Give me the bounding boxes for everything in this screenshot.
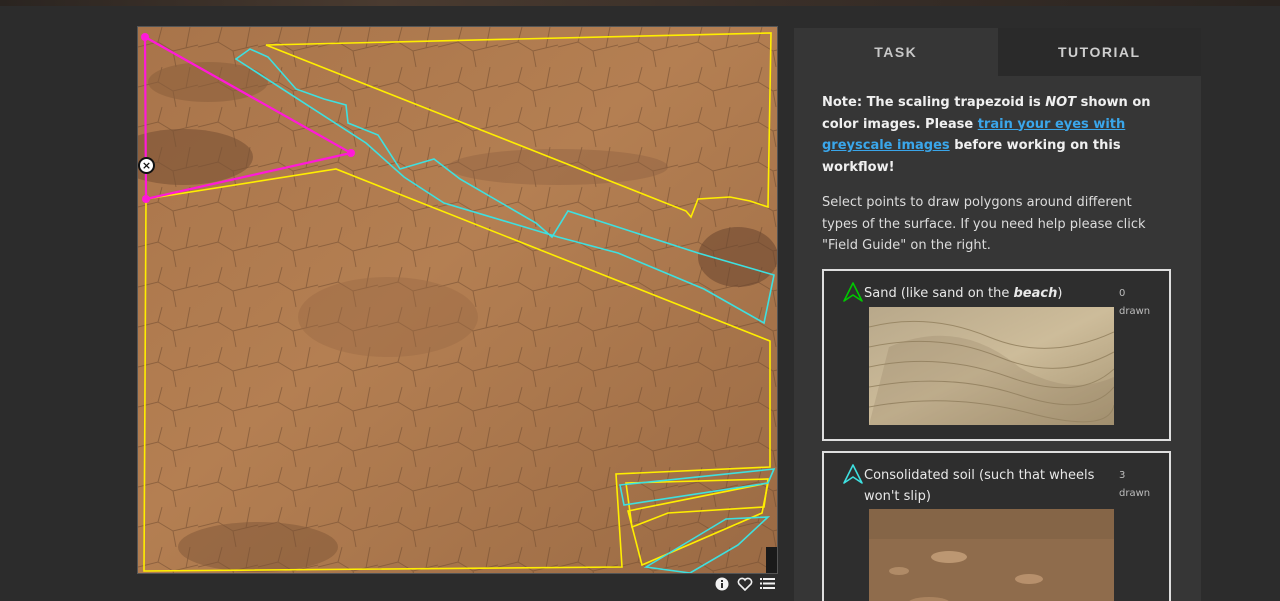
polygon-cyan-diagonal[interactable] <box>234 48 775 325</box>
image-toolbar <box>713 575 776 592</box>
polygon-yellow-upper[interactable] <box>265 32 772 219</box>
sand-example-image <box>869 306 1114 425</box>
choice-consolidated-soil[interactable]: Consolidated soil (such that wheels won'… <box>822 450 1171 601</box>
drawn-count-label: drawn <box>1119 305 1151 317</box>
tab-task[interactable]: TASK <box>794 28 998 76</box>
vertex-handle[interactable] <box>347 149 355 157</box>
vertex-handle[interactable] <box>141 33 149 41</box>
top-banner-strip <box>0 0 1280 6</box>
triangle-tool-icon <box>843 281 863 302</box>
task-content: Note: The scaling trapezoid is NOT shown… <box>794 76 1201 601</box>
choice-sand[interactable]: Sand (like sand on the beach) 0 drawn <box>822 268 1171 441</box>
drawn-count-value: 3 <box>1119 469 1126 481</box>
triangle-tool-icon <box>843 463 863 484</box>
drawn-count: 3 drawn <box>1119 467 1150 503</box>
choice-label-emphasis: beach <box>1013 285 1058 301</box>
polygon-yellow-main[interactable] <box>143 168 771 572</box>
task-instructions: Select points to draw polygons around di… <box>822 195 1146 253</box>
drawn-count-value: 0 <box>1119 287 1126 299</box>
note-text: Note: The scaling trapezoid is <box>822 95 1046 110</box>
heart-icon[interactable] <box>736 575 753 592</box>
polygon-cyan-lower-2[interactable] <box>643 516 771 573</box>
soil-example-image <box>869 508 1114 601</box>
vertex-handle[interactable] <box>142 195 150 203</box>
choice-label-text: ) <box>1057 285 1063 301</box>
panel-tabs: TASK TUTORIAL <box>794 28 1201 76</box>
task-panel: TASK TUTORIAL Note: The scaling trapezoi… <box>794 28 1201 601</box>
list-icon[interactable] <box>759 575 776 592</box>
info-icon[interactable] <box>713 575 730 592</box>
choice-label-text: Sand (like sand on the <box>864 285 1014 301</box>
subject-image-viewer[interactable]: × <box>137 26 778 574</box>
note-emphasis: NOT <box>1045 95 1077 110</box>
choice-label: Consolidated soil (such that wheels won'… <box>864 467 1095 504</box>
delete-polygon-button[interactable]: × <box>138 157 155 174</box>
drawn-count: 0 drawn <box>1119 285 1150 321</box>
scaling-note: Note: The scaling trapezoid is NOT shown… <box>822 92 1171 178</box>
polygon-yellow-bottom-right[interactable] <box>627 481 770 567</box>
choice-label: Sand (like sand on the beach) <box>864 283 1114 304</box>
drawn-polygons-layer[interactable] <box>138 27 778 574</box>
polygon-magenta-triangle[interactable] <box>143 35 355 201</box>
drawn-count-label: drawn <box>1119 487 1151 499</box>
tab-tutorial[interactable]: TUTORIAL <box>997 28 1201 76</box>
